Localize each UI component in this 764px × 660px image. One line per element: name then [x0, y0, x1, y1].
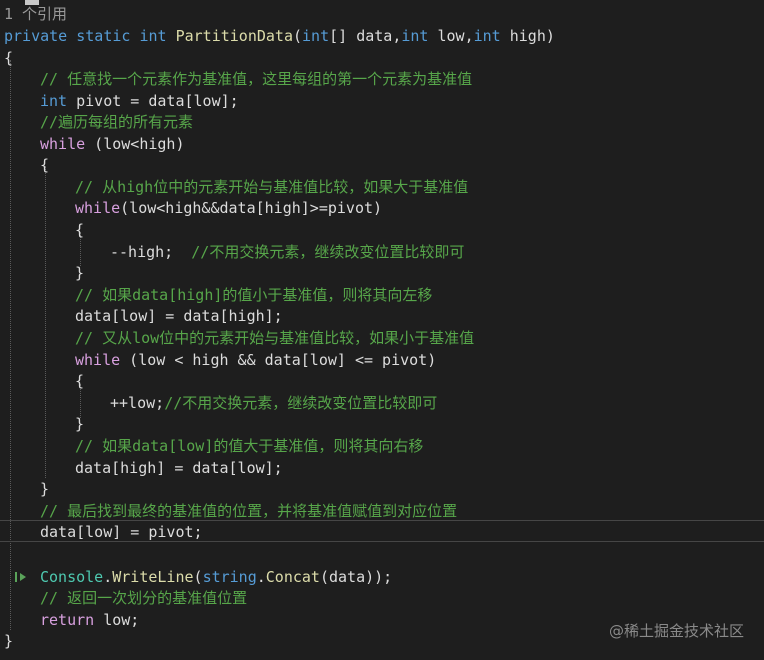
comment: // 返回一次划分的基准值位置	[40, 589, 248, 607]
execution-arrow-icon[interactable]	[14, 570, 28, 584]
code-line[interactable]: }	[75, 414, 84, 434]
paren: (	[293, 27, 303, 45]
code-line[interactable]: int pivot = data[low];	[40, 91, 239, 111]
code-line[interactable]: }	[4, 631, 13, 651]
comment: // 任意找一个元素作为基准值，这里每组的第一个元素为基准值	[40, 70, 473, 88]
code-editor[interactable]: 1 个引用 private static int PartitionData(i…	[0, 0, 764, 660]
code-line[interactable]: while (low < high && data[low] <= pivot)	[75, 350, 436, 370]
dot: .	[103, 568, 113, 586]
code-line[interactable]: while (low<high)	[40, 134, 185, 154]
param-type: int	[401, 27, 429, 45]
references-label[interactable]: 1 个引用	[4, 5, 67, 23]
type-keyword: string	[202, 568, 257, 586]
code-line[interactable]: ++low;//不用交换元素，继续改变位置比较即可	[110, 393, 437, 413]
code-line[interactable]: // 返回一次划分的基准值位置	[40, 588, 247, 608]
code-line[interactable]: {	[75, 220, 84, 240]
brace: }	[75, 264, 85, 282]
code-line[interactable]: // 又从low位中的元素开始与基准值比较，如果小于基准值	[75, 328, 474, 348]
param-type: int	[473, 27, 501, 45]
code-line[interactable]: // 最后找到最终的基准值的位置，并将基准值赋值到对应位置	[40, 501, 457, 521]
modifier-static: static	[76, 27, 131, 45]
condition: (low < high && data[low] <= pivot)	[120, 351, 437, 369]
condition: (low<high)	[85, 135, 185, 153]
code-line[interactable]: {	[40, 155, 49, 175]
statement: ++low;	[110, 394, 165, 412]
code-line[interactable]: data[low] = data[high];	[75, 306, 283, 326]
method-name: WriteLine	[112, 568, 194, 586]
indent-guide	[10, 60, 11, 630]
codelens-references[interactable]: 1 个引用	[4, 4, 67, 24]
brace: {	[4, 49, 14, 67]
comment: // 如果data[low]的值大于基准值，则将其向右移	[75, 437, 424, 455]
statement: data[low] = pivot;	[40, 523, 203, 541]
arguments: (data));	[319, 568, 393, 586]
statement: low;	[94, 611, 140, 629]
comment: // 从high位中的元素开始与基准值比较，如果大于基准值	[75, 178, 469, 196]
code-line-current[interactable]: data[low] = pivot;	[40, 522, 203, 542]
brace: }	[4, 632, 14, 650]
while-keyword: while	[75, 351, 121, 369]
method-name: PartitionData	[175, 27, 293, 45]
code-line[interactable]: // 从high位中的元素开始与基准值比较，如果大于基准值	[75, 177, 468, 197]
indent-guide	[45, 166, 46, 478]
statement: data[low] = data[high];	[75, 307, 283, 325]
comment: // 又从low位中的元素开始与基准值比较，如果小于基准值	[75, 329, 475, 347]
comment: // 如果data[high]的值小于基准值，则将其向左移	[75, 286, 433, 304]
code-line[interactable]: {	[75, 371, 84, 391]
while-keyword: while	[40, 135, 86, 153]
code-line[interactable]: }	[75, 263, 84, 283]
code-line[interactable]: data[high] = data[low];	[75, 458, 283, 478]
paren: (	[193, 568, 203, 586]
return-keyword: return	[40, 611, 95, 629]
comment: //不用交换元素，继续改变位置比较即可	[191, 243, 465, 261]
class-name: Console	[40, 568, 104, 586]
code-line[interactable]: --high; //不用交换元素，继续改变位置比较即可	[110, 242, 464, 262]
brace: }	[40, 480, 50, 498]
code-line[interactable]: while(low<high&&data[high]>=pivot)	[75, 198, 382, 218]
code-line[interactable]: // 如果data[low]的值大于基准值，则将其向右移	[75, 436, 423, 456]
code-line[interactable]: // 如果data[high]的值小于基准值，则将其向左移	[75, 285, 432, 305]
statement: pivot = data[low];	[67, 92, 239, 110]
param-type: int	[302, 27, 330, 45]
statement: data[high] = data[low];	[75, 459, 283, 477]
type-keyword: int	[40, 92, 68, 110]
code-line[interactable]: return low;	[40, 610, 139, 630]
brace: }	[75, 415, 85, 433]
brace: {	[40, 156, 50, 174]
code-line[interactable]: //遍历每组的所有元素	[40, 112, 193, 132]
return-type: int	[139, 27, 167, 45]
code-line-signature[interactable]: private static int PartitionData(int[] d…	[4, 26, 555, 46]
code-line[interactable]: {	[4, 48, 13, 68]
modifier-private: private	[4, 27, 68, 45]
code-line[interactable]: // 任意找一个元素作为基准值，这里每组的第一个元素为基准值	[40, 69, 472, 89]
comment: // 最后找到最终的基准值的位置，并将基准值赋值到对应位置	[40, 502, 458, 520]
watermark: @稀土掘金技术社区	[608, 622, 744, 640]
statement: --high;	[110, 243, 174, 261]
while-keyword: while	[75, 199, 121, 217]
method-name: Concat	[265, 568, 320, 586]
param-text: high)	[500, 27, 555, 45]
comment: //遍历每组的所有元素	[40, 113, 194, 131]
brace: {	[75, 372, 85, 390]
code-line[interactable]: Console.WriteLine(string.Concat(data));	[40, 567, 392, 587]
condition: (low<high&&data[high]>=pivot)	[120, 199, 383, 217]
dot: .	[256, 568, 266, 586]
code-line[interactable]: }	[40, 479, 49, 499]
param-text: [] data,	[329, 27, 402, 45]
param-text: low,	[428, 27, 474, 45]
brace: {	[75, 221, 85, 239]
comment: //不用交换元素，继续改变位置比较即可	[164, 394, 438, 412]
